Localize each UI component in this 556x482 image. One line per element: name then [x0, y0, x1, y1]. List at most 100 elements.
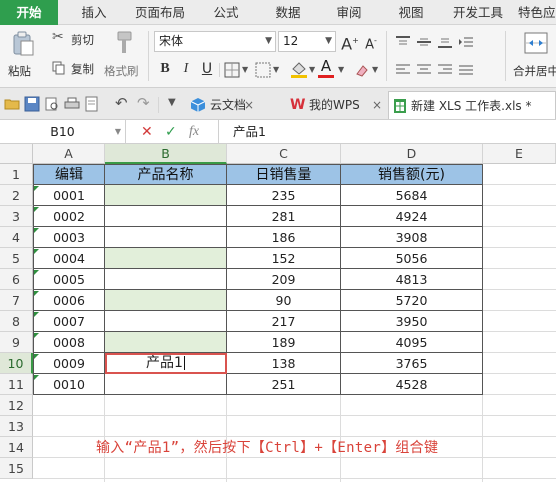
- align-center-icon[interactable]: [416, 63, 432, 77]
- undo-icon[interactable]: ↶: [115, 94, 128, 112]
- chevron-down-icon[interactable]: ▼: [273, 65, 279, 74]
- redo-icon[interactable]: ↷: [137, 94, 150, 112]
- table-cell[interactable]: 0008: [33, 332, 105, 353]
- row-header-8[interactable]: 8: [0, 311, 33, 332]
- table-cell[interactable]: 281: [227, 206, 341, 227]
- tab-new-xls[interactable]: 新建 XLS 工作表.xls *: [388, 91, 556, 119]
- merge-center-button[interactable]: 合并居中: [510, 29, 556, 81]
- save-icon[interactable]: [24, 96, 40, 112]
- cut-button[interactable]: ✂ 剪切: [50, 29, 102, 48]
- chevron-down-icon[interactable]: ▼: [309, 65, 315, 74]
- tab-home[interactable]: 开始: [0, 0, 58, 25]
- font-name-select[interactable]: 宋体 ▼: [154, 31, 276, 52]
- row-header-15[interactable]: 15: [0, 458, 33, 479]
- tab-formulas[interactable]: 公式: [203, 0, 249, 25]
- column-header-a[interactable]: A: [33, 144, 105, 164]
- row-header-14[interactable]: 14: [0, 437, 33, 458]
- tab-insert[interactable]: 插入: [68, 0, 120, 25]
- table-cell[interactable]: 0006: [33, 290, 105, 311]
- underline-button[interactable]: U: [198, 59, 216, 79]
- format-painter-button[interactable]: 格式刷: [104, 29, 142, 81]
- table-cell[interactable]: 251: [227, 374, 341, 395]
- table-header-cell[interactable]: 日销售量: [227, 164, 341, 185]
- table-cell[interactable]: [105, 332, 227, 353]
- paste-button[interactable]: 粘贴: [6, 29, 40, 81]
- close-icon[interactable]: ×: [244, 91, 254, 119]
- chevron-down-icon[interactable]: ▼: [338, 65, 344, 74]
- table-cell[interactable]: 5056: [341, 248, 483, 269]
- row-header-3[interactable]: 3: [0, 206, 33, 227]
- table-cell[interactable]: 0010: [33, 374, 105, 395]
- table-cell[interactable]: 0004: [33, 248, 105, 269]
- column-header-e[interactable]: E: [483, 144, 556, 164]
- table-cell[interactable]: 4924: [341, 206, 483, 227]
- table-cell[interactable]: 3765: [341, 353, 483, 374]
- table-header-cell[interactable]: 产品名称: [105, 164, 227, 185]
- table-cell[interactable]: [105, 206, 227, 227]
- table-cell[interactable]: [105, 290, 227, 311]
- tab-my-wps[interactable]: W 我的WPS ×: [288, 91, 384, 119]
- align-left-icon[interactable]: [395, 63, 411, 77]
- chevron-down-icon[interactable]: ▼: [168, 97, 176, 108]
- row-header-9[interactable]: 9: [0, 332, 33, 353]
- table-cell[interactable]: 152: [227, 248, 341, 269]
- row-header-5[interactable]: 5: [0, 248, 33, 269]
- table-cell[interactable]: [105, 374, 227, 395]
- print-icon[interactable]: [64, 96, 80, 112]
- bold-button[interactable]: B: [156, 59, 174, 79]
- align-middle-icon[interactable]: [416, 35, 432, 49]
- row-header-7[interactable]: 7: [0, 290, 33, 311]
- row-header-10[interactable]: 10: [0, 353, 33, 374]
- insert-function-icon[interactable]: fx: [189, 120, 199, 144]
- fill-color-icon[interactable]: [290, 60, 308, 78]
- tab-developer[interactable]: 开发工具: [447, 0, 509, 25]
- select-all-corner[interactable]: [0, 144, 33, 164]
- table-cell[interactable]: 138: [227, 353, 341, 374]
- cancel-icon[interactable]: ✕: [141, 120, 153, 144]
- table-cell[interactable]: 3950: [341, 311, 483, 332]
- row-header-13[interactable]: 13: [0, 416, 33, 437]
- folder-icon[interactable]: [4, 96, 20, 112]
- column-header-c[interactable]: C: [227, 144, 341, 164]
- print-preview-icon[interactable]: [44, 96, 60, 112]
- merge-cells-icon[interactable]: [255, 62, 271, 78]
- active-cell[interactable]: 产品1: [105, 353, 227, 374]
- table-cell[interactable]: 3908: [341, 227, 483, 248]
- table-cell[interactable]: 0003: [33, 227, 105, 248]
- print-preview-alt-icon[interactable]: [84, 96, 100, 112]
- close-icon[interactable]: ×: [372, 91, 382, 119]
- align-bottom-icon[interactable]: [437, 35, 453, 49]
- table-cell[interactable]: 0002: [33, 206, 105, 227]
- copy-button[interactable]: 复制: [50, 59, 102, 77]
- table-cell[interactable]: 4095: [341, 332, 483, 353]
- table-cell[interactable]: 0005: [33, 269, 105, 290]
- row-header-12[interactable]: 12: [0, 395, 33, 416]
- table-cell[interactable]: 186: [227, 227, 341, 248]
- table-cell[interactable]: 189: [227, 332, 341, 353]
- table-cell[interactable]: 0007: [33, 311, 105, 332]
- distribute-icon[interactable]: [458, 63, 474, 77]
- tab-cloud-docs[interactable]: 云文档 ×: [188, 91, 280, 119]
- table-cell[interactable]: [105, 227, 227, 248]
- table-cell[interactable]: 5720: [341, 290, 483, 311]
- confirm-icon[interactable]: ✓: [165, 120, 177, 144]
- table-cell[interactable]: [105, 185, 227, 206]
- table-header-cell[interactable]: 编辑: [33, 164, 105, 185]
- table-cell[interactable]: [105, 248, 227, 269]
- row-header-11[interactable]: 11: [0, 374, 33, 395]
- table-cell[interactable]: 0009: [33, 353, 105, 374]
- column-header-b[interactable]: B: [105, 144, 227, 164]
- border-icon[interactable]: [224, 62, 240, 78]
- row-header-4[interactable]: 4: [0, 227, 33, 248]
- table-cell[interactable]: 4813: [341, 269, 483, 290]
- row-header-2[interactable]: 2: [0, 185, 33, 206]
- table-cell[interactable]: 4528: [341, 374, 483, 395]
- table-cell[interactable]: [105, 311, 227, 332]
- align-right-icon[interactable]: [437, 63, 453, 77]
- clear-format-icon[interactable]: [354, 62, 370, 78]
- tab-review[interactable]: 审阅: [326, 0, 372, 25]
- align-top-icon[interactable]: [395, 35, 411, 49]
- table-cell[interactable]: 209: [227, 269, 341, 290]
- tab-features[interactable]: 特色应: [518, 0, 556, 25]
- table-cell[interactable]: 217: [227, 311, 341, 332]
